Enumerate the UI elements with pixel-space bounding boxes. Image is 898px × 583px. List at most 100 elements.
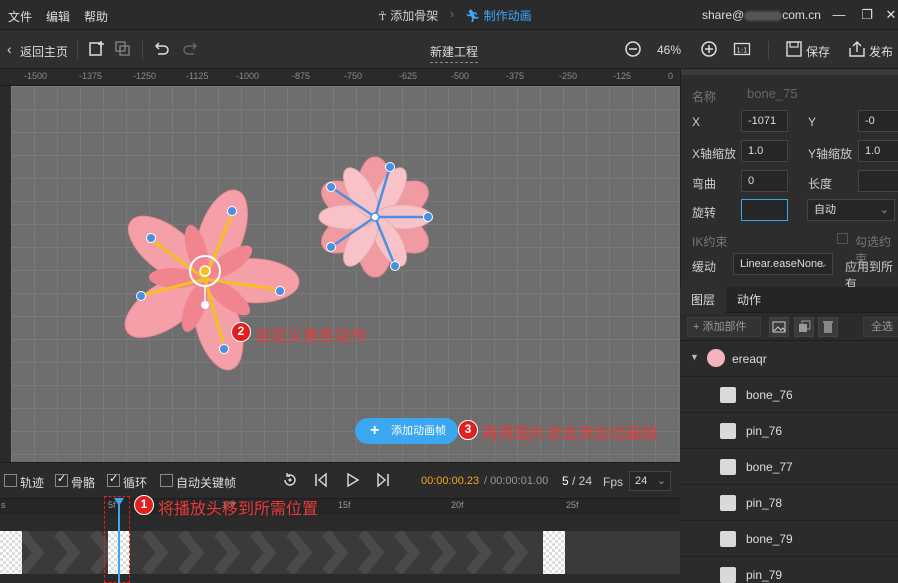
close-icon[interactable]: ✕ — [882, 6, 898, 24]
ik-checkbox[interactable] — [837, 233, 848, 244]
timeline-lane[interactable] — [0, 531, 680, 574]
keyframe[interactable] — [0, 531, 22, 574]
select-all-button[interactable]: 全选 — [863, 317, 898, 337]
fps-select[interactable]: 24 ⌄ — [629, 471, 671, 491]
ruler-label: -250 — [559, 71, 578, 81]
menu-help[interactable]: 帮助 — [84, 8, 108, 25]
tab-layers[interactable]: 图层 — [680, 287, 727, 313]
bone-checkbox[interactable] — [55, 472, 68, 487]
step-make-animation[interactable]: 🏃︎ 制作动画 — [465, 7, 532, 24]
back-home-button[interactable]: 返回主页 — [20, 43, 68, 60]
stage-canvas[interactable] — [11, 86, 680, 462]
length-field[interactable] — [858, 170, 898, 192]
account-email[interactable]: share@ com.cn — [702, 8, 821, 22]
publish-icon[interactable] — [848, 40, 866, 58]
layer-row[interactable]: bone_79 — [680, 521, 898, 557]
actual-size-icon[interactable]: 1:1 — [733, 40, 751, 58]
zoom-out-icon[interactable] — [624, 40, 642, 58]
play-icon[interactable] — [344, 472, 360, 488]
scale-y-field[interactable]: 1.0 — [858, 140, 898, 162]
ruler-label: -750 — [344, 71, 363, 81]
keyframe[interactable] — [543, 531, 565, 574]
menu-file[interactable]: 文件 — [8, 8, 32, 25]
layer-name: bone_79 — [746, 532, 793, 546]
timeline-ruler[interactable]: s 5f 10f 15f 20f 25f — [0, 498, 680, 514]
step-add-skeleton[interactable]: ☥ 添加骨架 — [378, 7, 438, 24]
restore-icon[interactable]: ❐ — [858, 6, 876, 24]
bend-field[interactable]: 0 — [741, 170, 788, 192]
add-animation-frame-button[interactable]: + 添加动画帧 — [355, 418, 458, 444]
tab-actions[interactable]: 动作 — [726, 287, 772, 313]
menu-edit[interactable]: 编辑 — [46, 8, 70, 25]
x-field[interactable]: -1071 — [741, 110, 788, 132]
ruler-horizontal: -1500 -1375 -1250 -1125 -1000 -875 -750 … — [0, 69, 680, 86]
loop-checkbox[interactable] — [107, 472, 120, 487]
annotation-text-2: 自定义角色动作 — [255, 326, 368, 345]
ease-select[interactable]: Linear.easeNone ⌄ — [733, 253, 833, 275]
zoom-level: 46% — [657, 43, 682, 57]
save-icon[interactable] — [785, 40, 803, 58]
step-add-skeleton-label: 添加骨架 — [390, 9, 439, 23]
image-icon[interactable] — [769, 317, 789, 337]
fps-value: 24 — [635, 475, 648, 487]
track-checkbox[interactable] — [4, 474, 17, 487]
flower-left — [124, 189, 300, 371]
prev-frame-icon[interactable] — [313, 472, 329, 488]
publish-button[interactable]: 发布 — [869, 43, 893, 60]
next-frame-icon[interactable] — [375, 472, 391, 488]
bone-icon — [720, 531, 736, 547]
ruler-label: -1500 — [24, 71, 48, 81]
autokey-checkbox[interactable] — [160, 474, 173, 487]
layer-action-tabs: 图层 动作 — [680, 287, 898, 313]
email-redacted — [744, 10, 783, 21]
project-title[interactable]: 新建工程 — [430, 43, 479, 63]
ik-label: IK约束 — [692, 235, 728, 249]
trash-icon[interactable] — [818, 317, 838, 337]
layer-row[interactable]: pin_79 — [680, 557, 898, 583]
ruler-label: -375 — [506, 71, 525, 81]
autokey-label: 自动关键帧 — [176, 476, 237, 490]
scale-y-label: Y轴缩放 — [808, 147, 853, 161]
rotate-mode-select[interactable]: 自动 ⌄ — [807, 199, 895, 221]
duplicate-icon[interactable] — [794, 317, 814, 337]
layer-row[interactable]: bone_76 — [680, 377, 898, 413]
layer-row[interactable]: pin_78 — [680, 485, 898, 521]
layer-row[interactable]: pin_76 — [680, 413, 898, 449]
layer-row[interactable]: bone_77 — [680, 449, 898, 485]
stage-artwork — [124, 156, 433, 371]
add-part-label: 添加部件 — [702, 321, 747, 333]
ruler-label: -875 — [292, 71, 311, 81]
save-button[interactable]: 保存 — [806, 43, 830, 60]
divider — [768, 41, 769, 59]
chevron-pattern — [18, 531, 529, 574]
add-part-button[interactable]: + 添加部件 — [687, 317, 761, 337]
tick-label: 20f — [451, 500, 464, 510]
ruler-label: -1000 — [236, 71, 260, 81]
y-field[interactable]: -0 — [858, 110, 898, 132]
name-field[interactable]: bone_75 — [747, 86, 798, 101]
length-label: 长度 — [808, 177, 833, 191]
layer-group-row[interactable]: ▼ ereaqr — [680, 341, 898, 377]
scale-x-field[interactable]: 1.0 — [741, 140, 788, 162]
caret-down-icon[interactable]: ▼ — [690, 352, 699, 362]
rotate-field[interactable] — [741, 199, 788, 221]
timeline-controls: 轨迹 骨骼 循环 自动关键帧 00:00:00.23 / 00:00:01.00… — [0, 462, 680, 498]
redo-icon[interactable] — [182, 40, 200, 58]
loop-label: 循环 — [123, 476, 148, 490]
divider — [142, 41, 143, 59]
ease-value: Linear.easeNone — [740, 258, 824, 270]
minimize-icon[interactable]: — — [830, 6, 848, 24]
layer-group-name: ereaqr — [732, 352, 767, 366]
copy-icon[interactable] — [114, 40, 132, 58]
new-frame-icon[interactable] — [88, 40, 106, 58]
bend-label: 弯曲 — [692, 177, 717, 191]
chevron-left-icon[interactable]: ‹ — [7, 41, 12, 57]
zoom-in-icon[interactable] — [700, 40, 718, 58]
toolbar: ‹ 返回主页 新建工程 46% 1:1 保存 发布 — [0, 30, 898, 69]
layer-name: pin_79 — [746, 568, 783, 582]
panel-header-strip — [681, 69, 898, 75]
playhead-line — [118, 500, 120, 583]
chevron-down-icon: ⌄ — [656, 475, 666, 487]
undo-icon[interactable] — [152, 40, 170, 58]
rewind-loop-icon[interactable] — [282, 472, 298, 488]
